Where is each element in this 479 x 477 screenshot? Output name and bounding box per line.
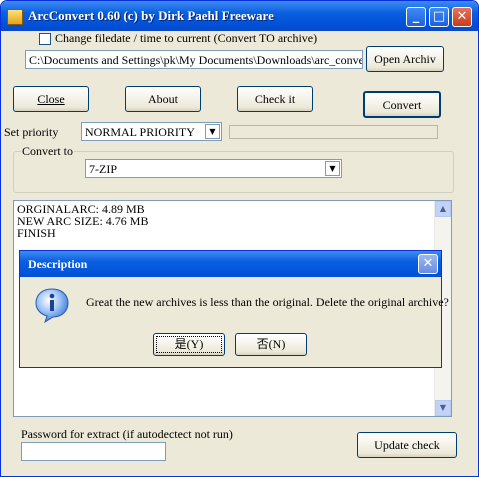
app-icon [7, 9, 23, 25]
open-archiv-button[interactable]: Open Archiv [366, 46, 444, 72]
change-filedate-label: Change filedate / time to current (Conve… [55, 31, 318, 45]
chevron-down-icon[interactable]: ▼ [325, 161, 340, 176]
maximize-button[interactable]: □ [429, 7, 449, 27]
minimize-button[interactable]: _ [406, 7, 426, 27]
close-icon: ✕ [456, 9, 468, 24]
priority-value: NORMAL PRIORITY [85, 125, 195, 139]
close-button[interactable]: Close [13, 86, 89, 112]
minimize-icon: _ [412, 9, 420, 24]
password-label: Password for extract (if autodectect not… [21, 427, 233, 441]
priority-label: Set priority [4, 125, 59, 139]
chevron-down-icon[interactable]: ▼ [205, 124, 220, 139]
change-filedate-checkbox[interactable] [39, 33, 51, 45]
scroll-up-icon[interactable]: ▲ [435, 201, 451, 217]
title-bar[interactable]: ArcConvert 0.60 (c) by Dirk Paehl Freewa… [1, 1, 478, 31]
maximize-icon: □ [432, 9, 446, 24]
scroll-down-icon[interactable]: ▼ [435, 400, 451, 416]
about-button[interactable]: About [125, 86, 201, 112]
priority-select[interactable]: NORMAL PRIORITY ▼ [81, 122, 222, 141]
close-window-button[interactable]: ✕ [452, 7, 472, 27]
password-field[interactable] [21, 442, 166, 461]
info-icon [35, 288, 69, 323]
window-title: ArcConvert 0.60 (c) by Dirk Paehl Freewa… [28, 8, 274, 23]
log-line: FINISH [17, 226, 56, 240]
description-dialog: Description ✕ Great the new archives is … [19, 250, 449, 368]
dialog-close-button[interactable]: ✕ [418, 254, 438, 274]
convert-format-value: 7-ZIP [89, 162, 117, 176]
main-window: ArcConvert 0.60 (c) by Dirk Paehl Freewa… [0, 0, 479, 477]
no-button[interactable]: 否(N) [235, 333, 307, 356]
convert-format-select[interactable]: 7-ZIP ▼ [85, 159, 342, 178]
archive-path-field[interactable]: C:\Documents and Settings\pk\My Document… [25, 50, 363, 69]
update-check-button[interactable]: Update check [357, 432, 457, 458]
dialog-message: Great the new archives is less than the … [86, 295, 449, 309]
yes-button[interactable]: 是(Y) [153, 333, 225, 356]
dialog-title: Description [28, 257, 88, 271]
convert-to-label: Convert to [21, 144, 74, 159]
dialog-title-bar[interactable]: Description ✕ [20, 251, 441, 277]
progress-bar [229, 125, 438, 139]
convert-button[interactable]: Convert [363, 91, 441, 118]
close-icon: ✕ [422, 256, 434, 271]
check-it-button[interactable]: Check it [237, 86, 313, 112]
